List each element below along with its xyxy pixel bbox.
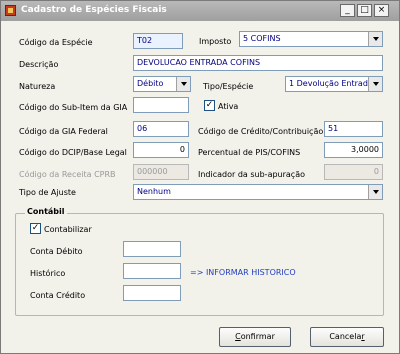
tipo-especie-value: 1 Devolução Entrada [289, 79, 373, 88]
close-button[interactable]: × [374, 4, 389, 17]
chevron-down-icon[interactable] [368, 77, 382, 91]
gia-federal-label: Código da GIA Federal [19, 127, 108, 136]
minimize-button[interactable]: _ [340, 4, 355, 17]
cancelar-button[interactable]: Cancelar [310, 327, 384, 347]
chevron-down-icon[interactable] [368, 32, 382, 46]
sub-item-gia-label: Código do Sub-Item da GIA [19, 103, 128, 112]
receita-cprb-label: Código da Receita CPRB [19, 170, 116, 179]
tipo-ajuste-select[interactable]: Nenhum [133, 184, 383, 200]
descricao-input[interactable]: DEVOLUCAO ENTRADA COFINS [133, 55, 383, 71]
credito-contribuicao-input[interactable]: 51 [324, 121, 383, 137]
natureza-value: Débito [137, 79, 164, 88]
chevron-down-icon[interactable] [176, 77, 190, 91]
title-bar[interactable]: Cadastro de Espécies Fiscais _ □ × [1, 1, 399, 21]
ativa-label: Ativa [218, 102, 239, 111]
maximize-button[interactable]: □ [357, 4, 372, 17]
imposto-select[interactable]: 5 COFINS [239, 31, 383, 47]
indicador-subapuracao-label: Indicador da sub-apuração [198, 170, 305, 179]
credito-contribuicao-label: Código de Crédito/Contribuição [198, 127, 324, 136]
natureza-label: Natureza [19, 82, 56, 91]
especies-fiscais-window: Cadastro de Espécies Fiscais _ □ × Códig… [0, 0, 400, 354]
dcip-label: Código do DCIP/Base Legal [19, 148, 127, 157]
receita-cprb-input: 000000 [133, 164, 189, 180]
descricao-label: Descrição [19, 60, 59, 69]
contabilizar-checkbox[interactable]: ✓ [30, 223, 41, 234]
cancelar-label: Cancela [329, 332, 362, 341]
dcip-input[interactable]: 0 [133, 142, 189, 158]
imposto-value: 5 COFINS [243, 34, 281, 43]
natureza-select[interactable]: Débito [133, 76, 191, 92]
codigo-especie-input[interactable]: T02 [133, 33, 183, 49]
conta-debito-label: Conta Débito [30, 247, 83, 256]
tipo-ajuste-value: Nenhum [137, 187, 171, 196]
imposto-label: Imposto [199, 37, 232, 46]
codigo-especie-label: Código da Espécie [19, 38, 93, 47]
conta-debito-input[interactable] [123, 241, 181, 257]
conta-credito-label: Conta Crédito [30, 291, 86, 300]
ativa-checkbox[interactable]: ✓ [204, 100, 215, 111]
sub-item-gia-input[interactable] [133, 97, 189, 113]
cancelar-mnemonic: r [361, 332, 365, 341]
gia-federal-input[interactable]: 06 [133, 121, 189, 137]
historico-label: Histórico [30, 269, 66, 278]
contabilizar-label: Contabilizar [44, 225, 92, 234]
historico-hint: => INFORMAR HISTORICO [190, 268, 296, 277]
percentual-input[interactable]: 3,0000 [324, 142, 383, 158]
historico-input[interactable] [123, 263, 181, 279]
conta-credito-input[interactable] [123, 285, 181, 301]
percentual-label: Percentual de PIS/COFINS [198, 148, 301, 157]
confirmar-label: onfirmar [240, 332, 275, 341]
indicador-subapuracao-input: 0 [324, 164, 383, 180]
window-title: Cadastro de Espécies Fiscais [21, 5, 167, 15]
app-icon [5, 5, 16, 16]
chevron-down-icon[interactable] [368, 185, 382, 199]
tipo-ajuste-label: Tipo de Ajuste [19, 188, 76, 197]
contabil-group-title: Contábil [25, 207, 67, 216]
tipo-especie-label: Tipo/Espécie [203, 82, 254, 91]
confirmar-button[interactable]: Confirmar [219, 327, 291, 347]
tipo-especie-select[interactable]: 1 Devolução Entrada [285, 76, 383, 92]
